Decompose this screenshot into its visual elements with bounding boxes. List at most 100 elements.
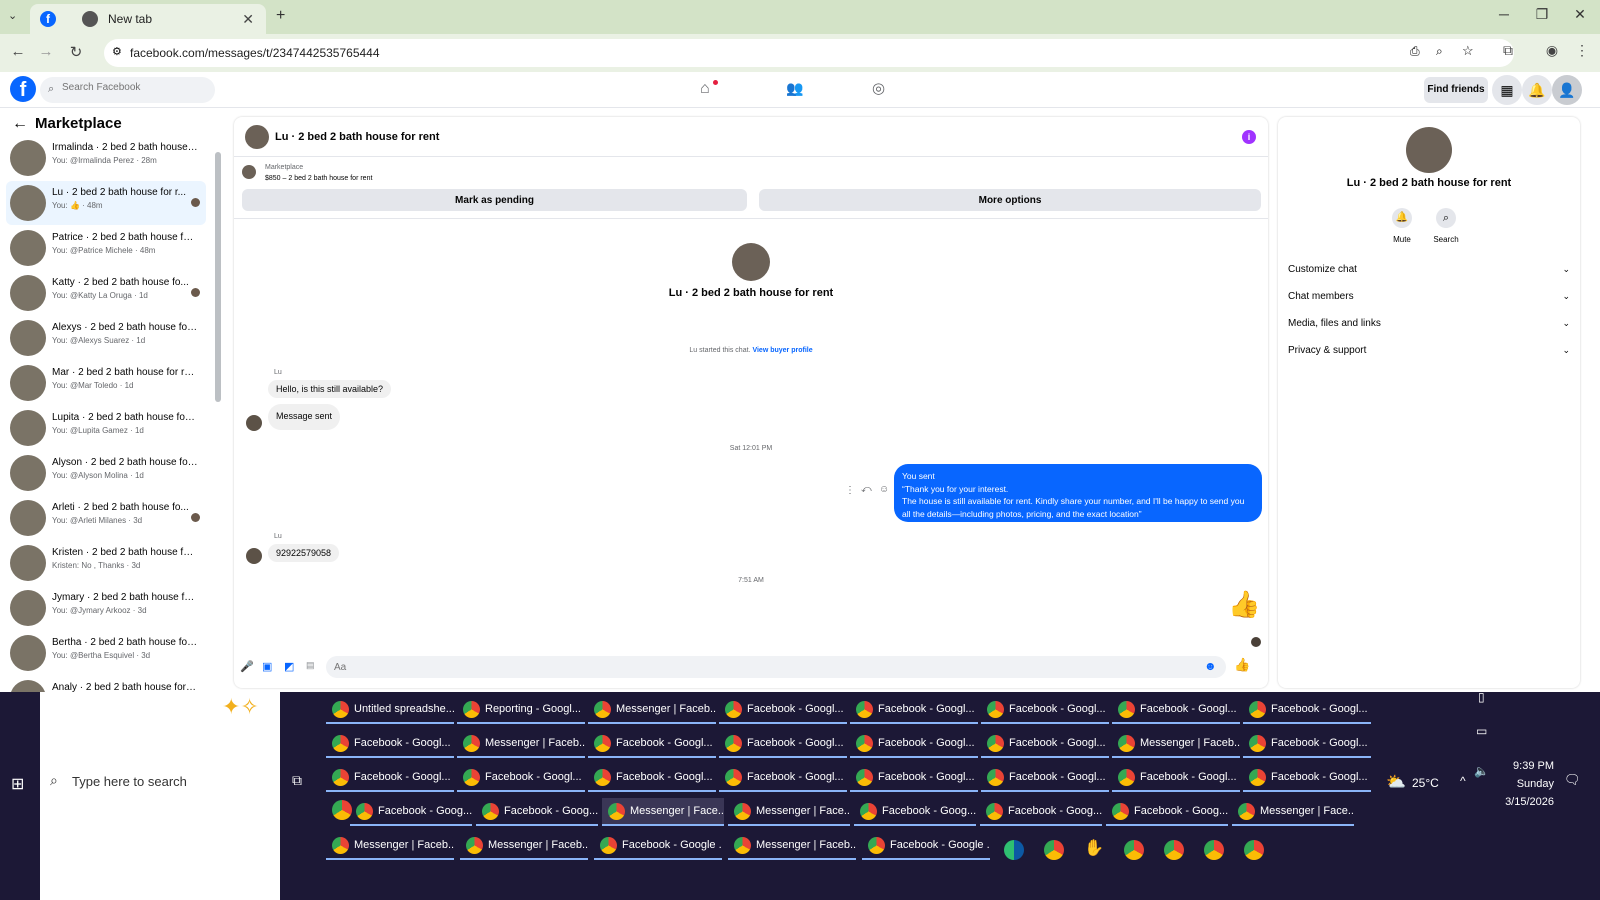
clock-time[interactable]: 9:39 PM — [1494, 760, 1554, 772]
sidebar-scrollbar[interactable] — [215, 152, 221, 402]
chat-header-title[interactable]: Lu · 2 bed 2 bath house for rent — [275, 131, 439, 143]
profile-icon[interactable]: ◉ — [1542, 42, 1562, 59]
privacy-support-section[interactable]: Privacy & support ⌄ — [1288, 340, 1570, 360]
taskbar-window-button[interactable]: Facebook - Goog... — [1106, 798, 1228, 826]
tab-new-tab[interactable]: New tab ✕ — [72, 4, 264, 34]
menu-grid-icon[interactable]: ▦ — [1492, 75, 1522, 105]
facebook-search-input[interactable] — [62, 82, 207, 93]
conversation-item[interactable]: Kristen · 2 bed 2 bath house for... Krist… — [6, 541, 206, 585]
chat-header-avatar[interactable] — [245, 125, 269, 149]
tab-search-icon[interactable]: ⌄ — [8, 9, 17, 22]
gif-icon[interactable]: ▤ — [306, 660, 315, 671]
taskbar-window-button[interactable]: Facebook - Googl... — [1243, 696, 1371, 724]
close-tab-icon[interactable]: ✕ — [242, 11, 254, 28]
notification-center-icon[interactable]: 🗨 — [1564, 772, 1581, 788]
taskbar-window-button[interactable]: Facebook - Googl... — [326, 730, 454, 758]
conversation-item[interactable]: Katty · 2 bed 2 bath house fo... You: @Ka… — [6, 271, 206, 315]
taskbar-window-button[interactable]: Facebook - Goog... — [476, 798, 598, 826]
taskbar-window-button[interactable]: Facebook - Googl... — [981, 730, 1109, 758]
conversation-item[interactable]: Bertha · 2 bed 2 bath house for ... You: … — [6, 631, 206, 675]
sticker-icon[interactable]: ◩ — [284, 660, 294, 673]
home-nav-icon[interactable]: ⌂ — [700, 80, 710, 98]
forward-icon[interactable]: → — [36, 43, 56, 60]
zoom-icon[interactable]: ⌕ — [1436, 44, 1443, 59]
chrome-icon[interactable] — [1044, 840, 1064, 860]
conversation-item[interactable]: Lu · 2 bed 2 bath house for r... You: 👍 ·… — [6, 181, 206, 225]
taskbar-search-box[interactable]: ✦✧ ⌕ Type here to search — [40, 692, 280, 900]
photo-icon[interactable]: ▣ — [262, 660, 272, 673]
reload-icon[interactable]: ↻ — [66, 43, 86, 61]
taskbar-window-button[interactable]: Facebook - Googl... — [850, 730, 978, 758]
media-files-links-section[interactable]: Media, files and links ⌄ — [1288, 313, 1570, 333]
facebook-logo-icon[interactable]: f — [10, 76, 36, 102]
reply-icon[interactable]: ⤺ — [861, 484, 872, 495]
install-icon[interactable]: ⎙ — [1410, 44, 1420, 59]
taskbar-window-button[interactable]: Facebook - Goog... — [980, 798, 1102, 826]
conversation-item[interactable]: Arleti · 2 bed 2 bath house fo... You: @A… — [6, 496, 206, 540]
site-info-icon[interactable]: ⚙ — [112, 45, 122, 58]
incoming-message[interactable]: Hello, is this still available? — [268, 380, 392, 398]
sender-avatar[interactable] — [246, 415, 262, 431]
more-options-button[interactable]: More options — [759, 189, 1261, 211]
conversation-item[interactable]: Lupita · 2 bed 2 bath house for ... You: … — [6, 406, 206, 450]
chrome-icon[interactable] — [1244, 840, 1264, 860]
tray-phone-icon[interactable]: ▯ — [1478, 690, 1485, 704]
taskbar-window-button[interactable]: Facebook - Googl... — [588, 730, 716, 758]
taskbar-window-button[interactable]: Facebook - Googl... — [719, 730, 847, 758]
sender-avatar[interactable] — [246, 548, 262, 564]
extensions-icon[interactable]: ⧉ — [1498, 42, 1518, 59]
weather-icon[interactable]: ⛅ — [1386, 772, 1406, 792]
center-avatar[interactable] — [732, 243, 770, 281]
chrome-icon[interactable] — [1204, 840, 1224, 860]
taskbar-window-button[interactable]: Facebook - Googl... — [850, 764, 978, 792]
tray-monitor-icon[interactable]: ▭ — [1476, 724, 1487, 738]
microphone-icon[interactable]: 🎤 — [240, 660, 254, 673]
weather-temp[interactable]: 25°C — [1412, 776, 1439, 790]
chat-info-icon[interactable]: i — [1242, 130, 1256, 144]
taskbar-window-button[interactable]: Messenger | Face... — [602, 798, 724, 826]
taskbar-window-button[interactable]: Facebook - Google ... — [862, 832, 990, 860]
taskbar-window-button[interactable]: Messenger | Face... — [728, 798, 850, 826]
taskbar-window-button[interactable]: Facebook - Googl... — [1243, 764, 1371, 792]
conversation-item[interactable]: Irmalinda · 2 bed 2 bath house ... You: @… — [6, 136, 206, 180]
mute-button[interactable]: 🔔 — [1392, 208, 1412, 228]
outgoing-message[interactable]: You sent “Thank you for your interest. T… — [894, 464, 1262, 522]
back-arrow-icon[interactable]: ← — [12, 115, 28, 133]
taskbar-window-button[interactable]: Untitled spreadshe... — [326, 696, 454, 724]
listing-thumbnail[interactable] — [242, 165, 256, 179]
friends-nav-icon[interactable]: 👥 — [786, 80, 803, 97]
new-tab-icon[interactable]: + — [276, 7, 285, 25]
taskbar-window-button[interactable]: Facebook - Googl... — [326, 764, 454, 792]
message-more-icon[interactable]: ⋮ — [845, 485, 855, 496]
taskbar-window-button[interactable]: Facebook - Googl... — [1112, 764, 1240, 792]
windows-start-icon[interactable]: ⊞ — [11, 774, 24, 794]
conversation-item[interactable]: Jymary · 2 bed 2 bath house for... You: @… — [6, 586, 206, 630]
taskbar-window-button[interactable]: Messenger | Faceb... — [460, 832, 588, 860]
taskbar-window-button[interactable]: Messenger | Faceb... — [1112, 730, 1240, 758]
taskbar-window-button[interactable]: Messenger | Faceb... — [588, 696, 716, 724]
facebook-search-box[interactable]: ⌕ — [40, 77, 215, 103]
close-window-icon[interactable]: ✕ — [1570, 6, 1590, 23]
taskbar-window-button[interactable]: Facebook - Googl... — [719, 764, 847, 792]
listing-detail[interactable]: $850 – 2 bed 2 bath house for rent — [265, 175, 372, 182]
info-avatar[interactable] — [1406, 127, 1452, 173]
customize-chat-section[interactable]: Customize chat ⌄ — [1288, 259, 1570, 279]
taskbar-window-button[interactable]: Messenger | Faceb... — [457, 730, 585, 758]
groups-nav-icon[interactable]: ◎ — [872, 79, 885, 97]
find-friends-button[interactable]: Find friends — [1424, 77, 1488, 103]
app-icon[interactable]: ✋ — [1084, 838, 1104, 858]
incoming-message[interactable]: 92922579058 — [268, 544, 340, 562]
taskbar-window-button[interactable]: Messenger | Faceb... — [728, 832, 856, 860]
conversation-item[interactable]: Patrice · 2 bed 2 bath house for... You: … — [6, 226, 206, 270]
conversation-item[interactable]: Analy · 2 bed 2 bath house for r... — [6, 676, 206, 692]
tray-overflow-icon[interactable]: ^ — [1460, 774, 1466, 788]
thumbs-up-sent-icon[interactable]: 👍 — [1228, 589, 1260, 620]
conversation-item[interactable]: Alyson · 2 bed 2 bath house for... You: @… — [6, 451, 206, 495]
chrome-icon[interactable] — [332, 800, 352, 820]
task-view-icon[interactable]: ⧉ — [292, 772, 302, 789]
taskbar-window-button[interactable]: Messenger | Faceb... — [326, 832, 454, 860]
restore-icon[interactable]: ❐ — [1532, 6, 1552, 23]
message-composer[interactable]: ☻ — [326, 656, 1226, 678]
volume-icon[interactable]: 🔈 — [1474, 764, 1489, 778]
minimize-icon[interactable]: ─ — [1494, 6, 1514, 22]
